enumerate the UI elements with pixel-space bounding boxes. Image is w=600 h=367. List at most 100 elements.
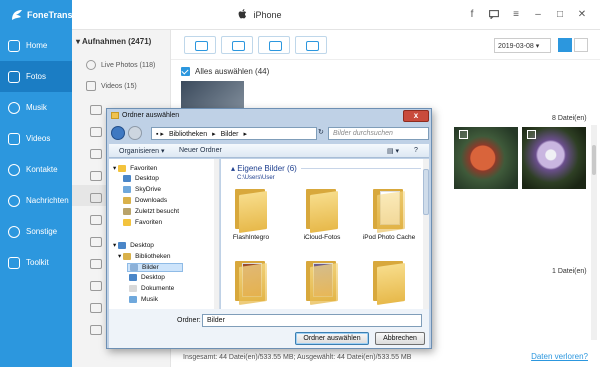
list-view-button[interactable]	[574, 38, 588, 52]
search-input[interactable]: Bilder durchsuchen	[328, 127, 429, 140]
star-icon	[123, 219, 131, 226]
export-pc-button[interactable]	[221, 36, 253, 54]
album-icon[interactable]	[90, 105, 102, 115]
sidebar-item-home[interactable]: Home	[0, 30, 72, 61]
others-icon	[8, 225, 20, 238]
feedback-icon[interactable]	[488, 8, 500, 20]
photo-checkbox[interactable]	[459, 130, 468, 139]
select-all-checkbox[interactable]: Alles auswählen (44)	[181, 67, 269, 76]
header-divider	[301, 168, 421, 169]
dialog-close-button[interactable]: x	[403, 110, 429, 122]
main-scrollbar[interactable]	[591, 125, 597, 340]
date-select[interactable]: 2019-03-08 ▾	[494, 38, 551, 53]
file-scrollbar[interactable]	[423, 159, 429, 309]
sidebar-item-kontakte[interactable]: Kontakte	[0, 154, 72, 185]
scrollbar-thumb[interactable]	[423, 169, 429, 215]
album-icon[interactable]	[90, 303, 102, 313]
sidebar-item-nachrichten[interactable]: Nachrichten	[0, 185, 72, 216]
sidebar-item-videos[interactable]: Videos	[0, 123, 72, 154]
navigation-pane: ▾ Favoriten Desktop SkyDrive Downloads Z…	[109, 159, 220, 309]
desktop-icon	[129, 274, 137, 281]
refresh-icon[interactable]: ↻	[318, 128, 326, 138]
nav-documents[interactable]: Dokumente	[129, 285, 174, 292]
nav-skydrive[interactable]: SkyDrive	[123, 186, 161, 193]
facebook-icon[interactable]: f	[466, 8, 478, 20]
album-icon[interactable]	[90, 259, 102, 269]
album-icon[interactable]	[90, 325, 102, 335]
forward-button[interactable]	[128, 126, 142, 140]
folder-item[interactable]	[229, 259, 273, 305]
view-options-icon[interactable]: ▤ ▾	[387, 147, 399, 155]
folder-label: iPod Photo Cache	[362, 234, 416, 241]
home-icon	[8, 39, 20, 52]
nav-lib-desktop[interactable]: Desktop	[129, 274, 165, 281]
folder-item[interactable]	[300, 259, 344, 305]
sidebar-item-sonstige[interactable]: Sonstige	[0, 216, 72, 247]
sidebar-item-label: Videos	[26, 134, 51, 143]
nav-downloads[interactable]: Downloads	[123, 197, 167, 204]
scrollbar-thumb[interactable]	[592, 145, 596, 175]
cancel-button[interactable]: Abbrechen	[375, 332, 425, 345]
address-bar[interactable]: ▪ ▸ Bibliotheken ▸ Bilder ▸	[151, 127, 317, 140]
album-icon[interactable]	[90, 149, 102, 159]
nav-item-label: Desktop	[141, 274, 165, 281]
album-item-live-photos[interactable]: Live Photos (118)	[86, 60, 155, 70]
sidebar-item-label: Toolkit	[26, 258, 49, 267]
breadcrumb-pictures[interactable]: Bilder	[221, 131, 239, 138]
photo-checkbox[interactable]	[527, 130, 536, 139]
minimize-icon[interactable]: –	[532, 8, 544, 20]
album-header[interactable]: ▾ Aufnahmen (2471)	[76, 37, 151, 46]
photo-thumbnail[interactable]	[181, 81, 244, 109]
sidebar-item-toolkit[interactable]: Toolkit	[0, 247, 72, 278]
photo-thumbnail[interactable]	[522, 127, 586, 189]
address-row: ▪ ▸ Bibliotheken ▸ Bilder ▸ ↻ Bilder durchsu…	[111, 126, 429, 143]
menu-icon[interactable]: ≡	[510, 8, 522, 20]
folder-front	[377, 191, 405, 233]
device-name[interactable]: iPhone	[238, 9, 282, 20]
grid-view-button[interactable]	[558, 38, 572, 52]
album-icon[interactable]	[90, 127, 102, 137]
nav-favorites[interactable]: ▾ Favoriten	[113, 164, 157, 172]
album-icon[interactable]	[90, 237, 102, 247]
folder-ipod-photo-cache[interactable]	[367, 187, 411, 233]
sync-button[interactable]	[258, 36, 290, 54]
close-icon[interactable]: ✕	[576, 8, 588, 20]
folder-icon	[111, 112, 119, 119]
nav-item-label: Downloads	[135, 197, 168, 204]
album-icon[interactable]	[90, 193, 102, 203]
toolbox-button[interactable]	[295, 36, 327, 54]
maximize-icon[interactable]: □	[554, 8, 566, 20]
sidebar-item-musik[interactable]: Musik	[0, 92, 72, 123]
breadcrumb-root-icon: ▪ ▸	[156, 131, 164, 138]
folder-icloud-photos[interactable]	[300, 187, 344, 233]
album-item-videos[interactable]: Videos (15)	[86, 81, 137, 91]
skydrive-icon	[123, 186, 131, 193]
nav-scrollbar[interactable]	[214, 159, 219, 309]
nav-item-label: Desktop	[130, 241, 154, 249]
folder-name-input[interactable]: Bilder	[202, 314, 422, 327]
album-icon[interactable]	[90, 281, 102, 291]
breadcrumb-libraries[interactable]: Bibliotheken	[169, 131, 207, 138]
album-icon[interactable]	[90, 171, 102, 181]
nav-desktop[interactable]: Desktop	[123, 175, 159, 182]
add-device-button[interactable]	[184, 36, 216, 54]
nav-recent[interactable]: Zuletzt besucht	[123, 208, 179, 215]
nav-libraries[interactable]: ▾ Bibliotheken	[118, 252, 171, 260]
folder-item[interactable]	[367, 259, 411, 305]
new-folder-button[interactable]: Neuer Ordner	[179, 147, 222, 154]
album-icon[interactable]	[90, 215, 102, 225]
photo-thumbnail[interactable]	[454, 127, 518, 189]
desktop-icon	[118, 241, 127, 249]
back-button[interactable]	[111, 126, 125, 140]
live-photos-icon	[86, 60, 96, 70]
organize-menu[interactable]: Organisieren ▾	[119, 147, 165, 155]
nav-pictures[interactable]: Bilder	[127, 263, 183, 272]
sidebar-item-fotos[interactable]: Fotos	[0, 61, 72, 92]
nav-desktop-root[interactable]: ▾ Desktop	[113, 241, 154, 249]
select-folder-button[interactable]: Ordner auswählen	[295, 332, 369, 345]
lost-data-link[interactable]: Daten verloren?	[531, 352, 588, 361]
folder-flashintegro[interactable]	[229, 187, 273, 233]
nav-music[interactable]: Musik	[129, 296, 158, 303]
help-icon[interactable]: ?	[414, 147, 418, 154]
nav-favorites-folder[interactable]: Favoriten	[123, 219, 162, 226]
